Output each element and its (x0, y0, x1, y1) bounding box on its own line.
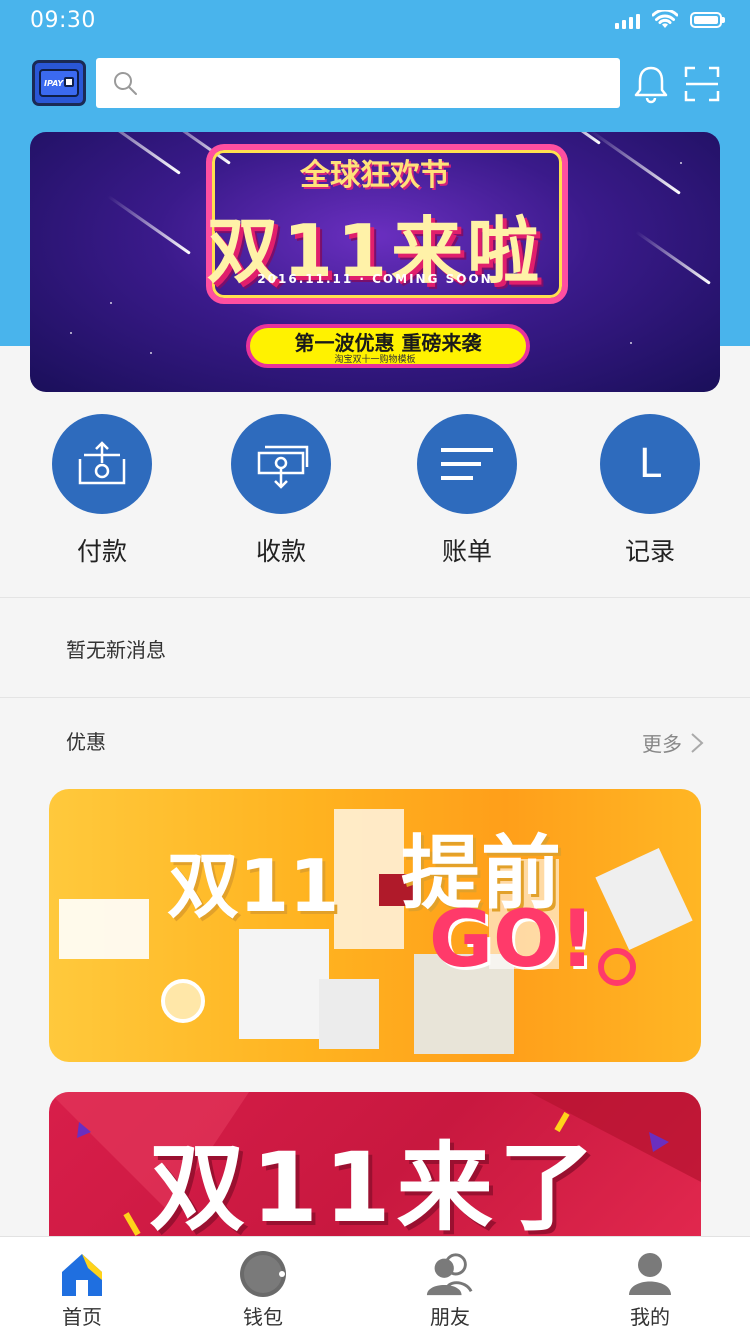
tab-home[interactable]: 首页 (22, 1249, 142, 1330)
status-icons (615, 10, 725, 30)
promo-1-decoration (59, 809, 693, 1054)
hero-date: 2016.11.11 · COMING SOON (257, 272, 493, 286)
app-screen: 09:30 IPAY 全球狂欢节 双11来啦 2016.11.11 · COMI… (0, 0, 750, 1334)
section-divider (0, 597, 750, 598)
quick-action-bill[interactable]: 账单 (392, 414, 542, 568)
chevron-right-icon (691, 732, 704, 753)
promo-2-text: 双11来了 (149, 1132, 601, 1244)
scan-icon[interactable] (684, 66, 720, 102)
tab-profile[interactable]: 我的 (590, 1249, 710, 1330)
tab-wallet[interactable]: 钱包 (203, 1249, 323, 1330)
quick-action-label: 记录 (624, 537, 675, 566)
wallet-icon (238, 1249, 288, 1299)
quick-action-label: 账单 (441, 537, 492, 566)
status-time: 09:30 (30, 8, 96, 33)
more-label: 更多 (642, 732, 682, 756)
notification-bell-icon[interactable] (632, 64, 670, 106)
quick-action-label: 付款 (76, 537, 127, 566)
record-icon: L (600, 414, 700, 514)
search-icon (114, 72, 137, 95)
logo-text: IPAY (44, 78, 64, 88)
status-bar: 09:30 (0, 0, 750, 42)
signal-icon (615, 11, 640, 29)
tab-friends[interactable]: 朋友 (390, 1249, 510, 1330)
pay-icon (52, 414, 152, 514)
profile-icon (625, 1249, 675, 1299)
promo-1-text-3: GO! (429, 895, 595, 985)
bill-icon (417, 414, 517, 514)
wifi-icon (652, 10, 678, 28)
promo-banner-1[interactable]: 双11 提前 GO! (49, 789, 701, 1062)
promo-1-text-1: 双11 (167, 844, 340, 928)
tab-label: 钱包 (243, 1305, 283, 1329)
quick-actions: 付款 收款 账单 L 记录 (0, 414, 750, 574)
app-logo-icon: IPAY (39, 69, 79, 97)
tab-label: 我的 (630, 1305, 670, 1329)
more-link[interactable]: 更多 (642, 728, 704, 757)
offers-title: 优惠 (66, 730, 106, 754)
search-box[interactable] (96, 58, 620, 108)
hero-top-text: 全球狂欢节 (300, 158, 450, 193)
app-logo-button[interactable]: IPAY (32, 60, 86, 106)
receive-icon (231, 414, 331, 514)
quick-action-pay[interactable]: 付款 (27, 414, 177, 568)
tab-bar: 首页 钱包 朋友 我的 (0, 1236, 750, 1334)
quick-action-receive[interactable]: 收款 (206, 414, 356, 568)
record-glyph: L (638, 441, 662, 487)
quick-action-record[interactable]: L 记录 (575, 414, 725, 568)
quick-action-label: 收款 (255, 537, 306, 566)
notice-text: 暂无新消息 (66, 638, 166, 662)
home-icon (57, 1249, 107, 1299)
hero-banner[interactable]: 全球狂欢节 双11来啦 2016.11.11 · COMING SOON 第一波… (30, 132, 720, 392)
friends-icon (425, 1249, 475, 1299)
battery-icon (690, 12, 725, 28)
tab-label: 首页 (62, 1305, 102, 1329)
hero-sub: 淘宝双十一购物模板 (334, 355, 416, 365)
tab-label: 朋友 (430, 1305, 470, 1329)
search-input[interactable] (148, 62, 620, 104)
section-divider (0, 697, 750, 698)
